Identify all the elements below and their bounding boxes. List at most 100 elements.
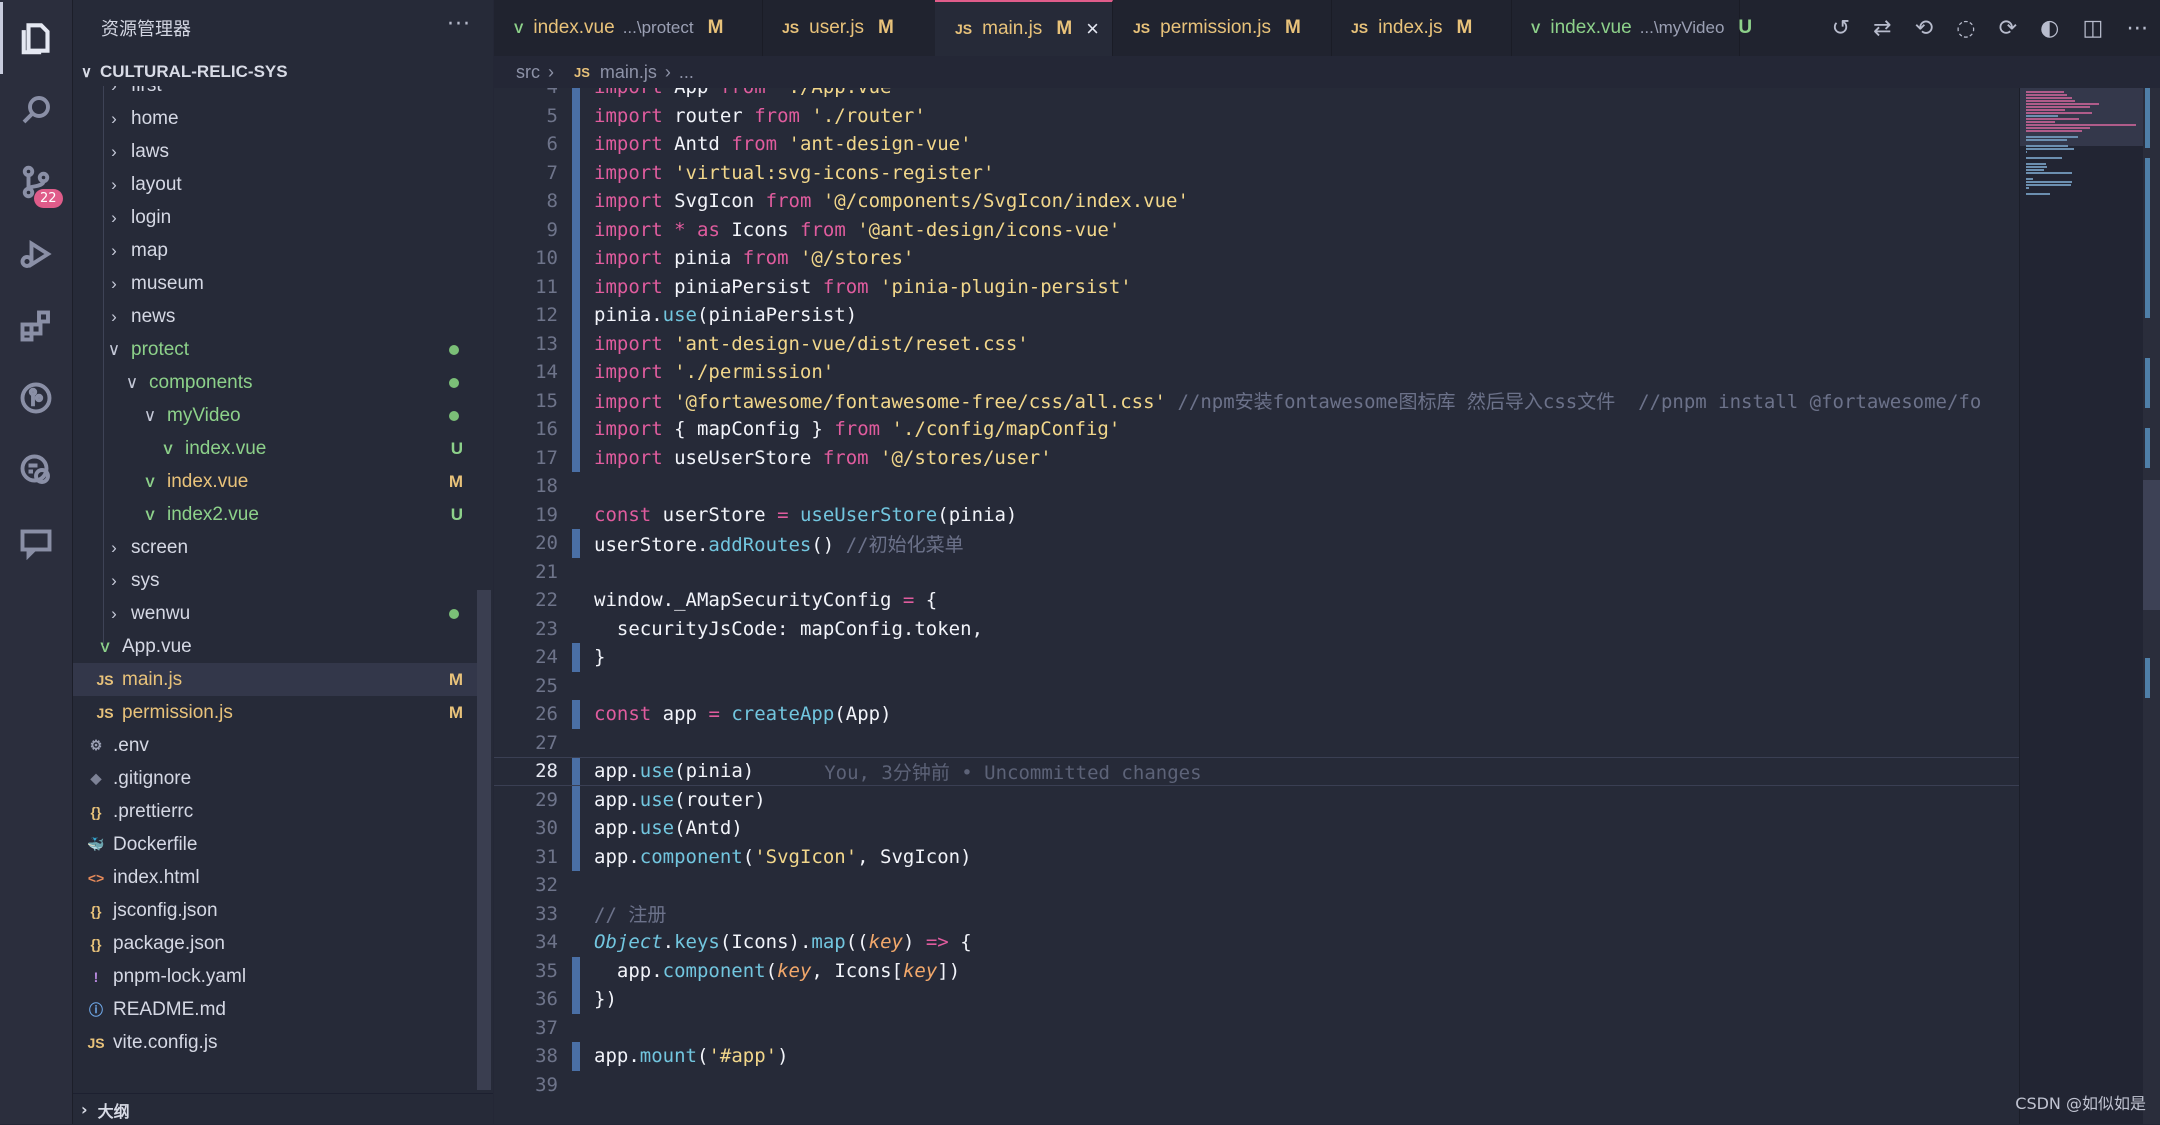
tree-file[interactable]: V App.vue <box>73 630 481 663</box>
code-line[interactable]: 37 <box>494 1014 2019 1043</box>
tree-folder[interactable]: › news <box>73 300 481 333</box>
tree-folder[interactable]: › museum <box>73 267 481 300</box>
tree-file[interactable]: Vindex2.vue U <box>73 498 481 531</box>
tree-file[interactable]: {} package.json <box>73 927 481 960</box>
diff-gutter-marker[interactable] <box>572 956 580 985</box>
tree-folder[interactable]: › sys <box>73 564 481 597</box>
tree-file[interactable]: ⓘ README.md <box>73 993 481 1026</box>
code-line[interactable]: 39 <box>494 1071 2019 1100</box>
remote-explorer-icon[interactable] <box>0 434 72 506</box>
explorer-icon[interactable] <box>0 2 72 74</box>
tree-file[interactable]: {} .prettierrc <box>73 795 481 828</box>
next-change-icon[interactable]: ⟳ <box>1999 16 2017 41</box>
tree-file[interactable]: JS vite.config.js <box>73 1026 481 1059</box>
diff-gutter-marker[interactable] <box>572 814 580 843</box>
diff-gutter-marker[interactable] <box>572 928 580 957</box>
code-line[interactable]: 24} <box>494 643 2019 672</box>
diff-gutter-marker[interactable] <box>572 101 580 130</box>
scrollbar-thumb[interactable] <box>2143 480 2160 610</box>
split-editor-icon[interactable]: ◫ <box>2082 16 2103 41</box>
diff-gutter-marker[interactable] <box>572 842 580 871</box>
code-line[interactable]: 28 app.use(pinia) You, 3分钟前 • Uncommitted … <box>494 757 2019 786</box>
tree-file[interactable]: Vindex.vue U <box>73 432 481 465</box>
code-line[interactable]: 32 <box>494 871 2019 900</box>
diff-gutter-marker[interactable] <box>572 1071 580 1100</box>
code-line[interactable]: 30 app.use(Antd) <box>494 814 2019 843</box>
code-line[interactable]: 38 app.mount('#app') <box>494 1042 2019 1071</box>
diff-gutter-marker[interactable] <box>572 1014 580 1043</box>
tree-folder[interactable]: › screen <box>73 531 481 564</box>
compare-changes-icon[interactable]: ⇄ <box>1873 16 1891 41</box>
diff-gutter-marker[interactable] <box>572 88 580 102</box>
editor-tab[interactable]: JS main.js M × <box>935 0 1113 56</box>
tree-folder[interactable]: › map <box>73 234 481 267</box>
extensions-icon[interactable] <box>0 290 72 362</box>
diff-gutter-marker[interactable] <box>572 187 580 216</box>
breadcrumb-symbol[interactable]: ... <box>679 62 694 83</box>
workspace-root[interactable]: ∨ CULTURAL-RELIC-SYS <box>73 56 493 88</box>
run-debug-icon[interactable] <box>0 218 72 290</box>
more-actions-icon[interactable]: ··· <box>447 12 471 37</box>
diff-gutter-marker[interactable] <box>572 871 580 900</box>
code-line[interactable]: 21 <box>494 558 2019 587</box>
diff-gutter-marker[interactable] <box>572 700 580 729</box>
code-line[interactable]: 25 <box>494 672 2019 701</box>
diff-gutter-marker[interactable] <box>572 643 580 672</box>
diff-gutter-marker[interactable] <box>572 785 580 814</box>
code-line[interactable]: 34 Object.keys(Icons).map((key) => { <box>494 928 2019 957</box>
tree-file[interactable]: ⚙ .env <box>73 729 481 762</box>
tree-folder[interactable]: › wenwu <box>73 597 481 630</box>
diff-gutter-marker[interactable] <box>572 558 580 587</box>
tree-file[interactable]: JS permission.js M <box>73 696 481 729</box>
explorer-scrollbar[interactable] <box>477 590 491 1090</box>
editor-tab[interactable]: JS user.js M <box>762 0 936 56</box>
diff-gutter-marker[interactable] <box>572 386 580 415</box>
tree-file[interactable]: ! pnpm-lock.yaml <box>73 960 481 993</box>
comments-icon[interactable] <box>0 506 72 578</box>
tree-file[interactable]: JS main.js M <box>73 663 481 696</box>
outline-section[interactable]: › 大纲 <box>73 1093 493 1125</box>
tree-folder[interactable]: › first <box>73 86 481 102</box>
code-line[interactable]: 9 import * as Icons from '@ant-design/ico… <box>494 215 2019 244</box>
code-line[interactable]: 17 import useUserStore from '@/stores/use… <box>494 443 2019 472</box>
tree-file[interactable]: ◆ .gitignore <box>73 762 481 795</box>
code-editor[interactable]: 4 import App from './App.vue' 5 import rout… <box>494 88 2019 1124</box>
editor-tab[interactable]: Vindex.vue ...\myVideo U <box>1511 0 1752 56</box>
diff-gutter-marker[interactable] <box>572 586 580 615</box>
tree-folder[interactable]: › home <box>73 102 481 135</box>
code-line[interactable]: 16 import { mapConfig } from './config/ma… <box>494 415 2019 444</box>
go-back-icon[interactable]: ⟲ <box>1915 16 1933 41</box>
code-line[interactable]: 22 window._AMapSecurityConfig = { <box>494 586 2019 615</box>
code-line[interactable]: 15 import '@fortawesome/fontawesome-free/… <box>494 386 2019 415</box>
diff-gutter-marker[interactable] <box>572 615 580 644</box>
tree-folder[interactable]: ∨ myVideo <box>73 399 481 432</box>
code-line[interactable]: 13 import 'ant-design-vue/dist/reset.css' <box>494 329 2019 358</box>
tree-file[interactable]: Vindex.vue M <box>73 465 481 498</box>
code-line[interactable]: 14 import './permission' <box>494 358 2019 387</box>
editor-tab[interactable]: Vindex.vue ...\protect M <box>494 0 763 56</box>
diff-gutter-marker[interactable] <box>572 985 580 1014</box>
editor-scrollbar[interactable] <box>2143 88 2160 1124</box>
tree-folder[interactable]: ∨ components <box>73 366 481 399</box>
diff-gutter-marker[interactable] <box>572 158 580 187</box>
diff-gutter-marker[interactable] <box>572 244 580 273</box>
previous-change-icon[interactable]: ◌ <box>1956 16 1975 41</box>
editor-tab[interactable]: JS index.js M <box>1331 0 1512 56</box>
tree-file[interactable]: <> index.html <box>73 861 481 894</box>
code-line[interactable]: 36}) <box>494 985 2019 1014</box>
more-icon[interactable]: ⋯ <box>2126 16 2148 41</box>
code-line[interactable]: 7 import 'virtual:svg-icons-register' <box>494 158 2019 187</box>
diff-gutter-marker[interactable] <box>572 415 580 444</box>
code-line[interactable]: 10 import pinia from '@/stores' <box>494 244 2019 273</box>
diff-gutter-marker[interactable] <box>572 758 580 785</box>
diff-gutter-marker[interactable] <box>572 472 580 501</box>
tree-folder[interactable]: ∨ protect <box>73 333 481 366</box>
close-icon[interactable]: × <box>1086 16 1099 42</box>
diff-gutter-marker[interactable] <box>572 130 580 159</box>
tree-file[interactable]: {} jsconfig.json <box>73 894 481 927</box>
source-control-icon[interactable]: 22 <box>0 146 72 218</box>
code-line[interactable]: 12 pinia.use(piniaPersist) <box>494 301 2019 330</box>
code-line[interactable]: 11 import piniaPersist from 'pinia-plugin… <box>494 272 2019 301</box>
diff-gutter-marker[interactable] <box>572 1042 580 1071</box>
diff-gutter-marker[interactable] <box>572 272 580 301</box>
